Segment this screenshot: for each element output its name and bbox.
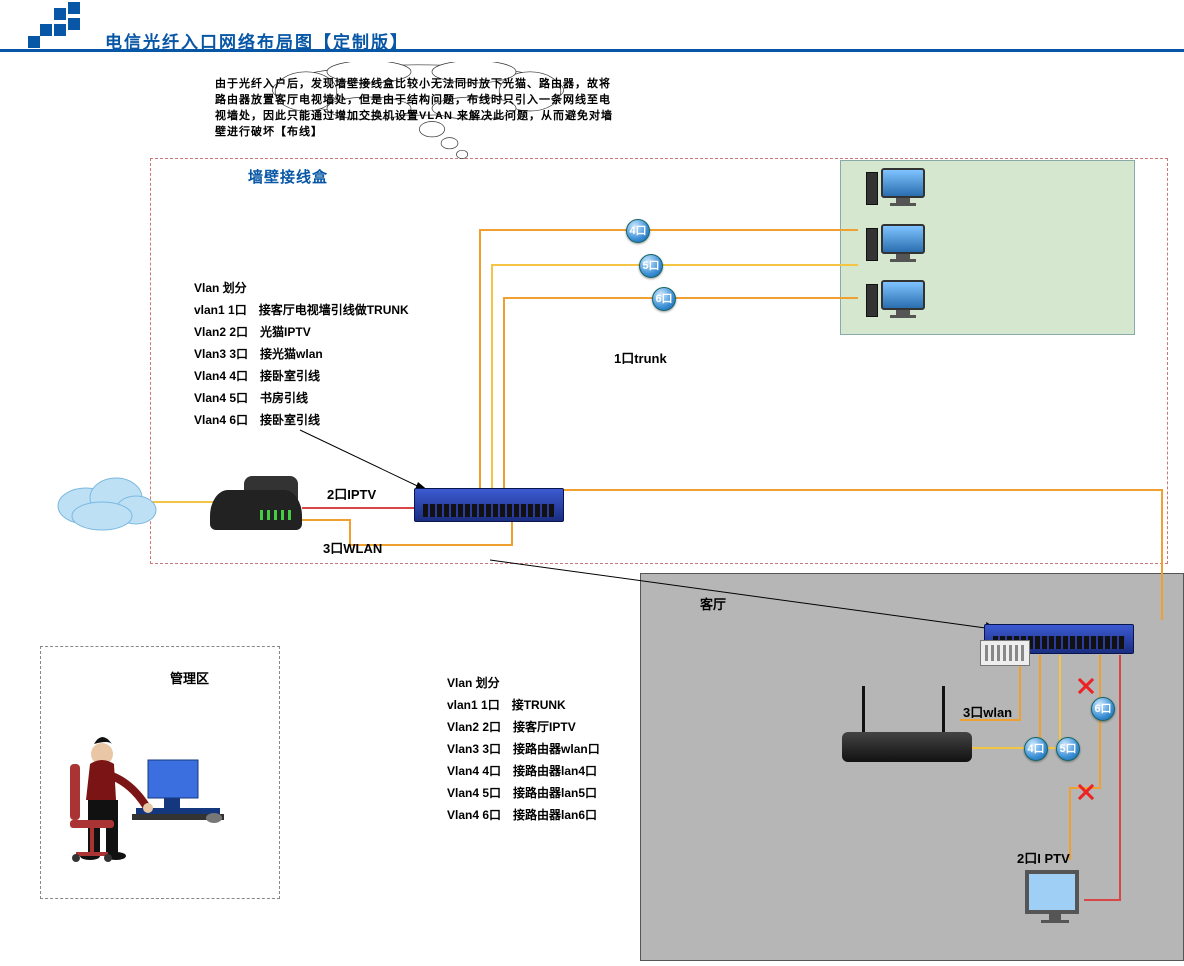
living-port5-bubble: 5口 bbox=[1056, 737, 1080, 761]
admin-title: 管理区 bbox=[170, 668, 209, 687]
iptv-monitor-icon bbox=[1025, 870, 1085, 923]
living-room-title: 客厅 bbox=[700, 594, 726, 613]
vlan-row: Vlan4 4口 接卧室引线 bbox=[194, 365, 409, 387]
vlan-list-lower: Vlan 划分 vlan1 1口 接TRUNK Vlan2 2口 接客厅IPTV… bbox=[447, 672, 600, 826]
thought-text: 由于光纤入户后，发现墙壁接线盒比较小无法同时放下光猫、路由器，故将路由器放置客厅… bbox=[215, 76, 621, 140]
vlan-row: Vlan2 2口 光猫IPTV bbox=[194, 321, 409, 343]
internet-cloud-icon bbox=[50, 466, 160, 536]
vlan-row: vlan1 1口 接客厅电视墙引线做TRUNK bbox=[194, 299, 409, 321]
vlan-row: vlan1 1口 接TRUNK bbox=[447, 694, 600, 716]
living-port4-bubble: 4口 bbox=[1024, 737, 1048, 761]
pc-icon bbox=[866, 280, 926, 318]
port1-trunk-label: 1口trunk bbox=[614, 348, 667, 367]
living-port3-wlan-label: 3口wlan bbox=[963, 702, 1012, 721]
port3-wlan-label: 3口WLAN bbox=[323, 538, 382, 557]
living-port6-bubble: 6口 bbox=[1091, 697, 1115, 721]
port2-iptv-label: 2口IPTV bbox=[327, 484, 376, 503]
pc-icon bbox=[866, 168, 926, 206]
port4-bubble: 4口 bbox=[626, 219, 650, 243]
vlan-row: Vlan2 2口 接客厅IPTV bbox=[447, 716, 600, 738]
port5-bubble: 5口 bbox=[639, 254, 663, 278]
vlan-row: Vlan4 6口 接路由器lan6口 bbox=[447, 804, 600, 826]
living-port2-iptv-label: 2口I PTV bbox=[1017, 848, 1070, 867]
vlan-row: Vlan3 3口 接光猫wlan bbox=[194, 343, 409, 365]
vlan-row: Vlan4 5口 书房引线 bbox=[194, 387, 409, 409]
vlan-heading: Vlan 划分 bbox=[447, 672, 600, 694]
cross-out-icon bbox=[1076, 676, 1096, 696]
admin-user-icon bbox=[66, 720, 256, 890]
vlan-row: Vlan4 4口 接路由器lan4口 bbox=[447, 760, 600, 782]
vlan-list-upper: Vlan 划分 vlan1 1口 接客厅电视墙引线做TRUNK Vlan2 2口… bbox=[194, 277, 409, 431]
port6-bubble: 6口 bbox=[652, 287, 676, 311]
logo-icon bbox=[18, 2, 90, 48]
vlan-row: Vlan4 6口 接卧室引线 bbox=[194, 409, 409, 431]
switch-wall-icon bbox=[414, 488, 564, 522]
wall-box-title: 墙壁接线盒 bbox=[248, 166, 328, 187]
header-divider bbox=[0, 49, 1184, 52]
pc-icon bbox=[866, 224, 926, 262]
optical-modem-icon bbox=[210, 476, 320, 536]
vlan-heading: Vlan 划分 bbox=[194, 277, 409, 299]
vlan-row: Vlan4 5口 接路由器lan5口 bbox=[447, 782, 600, 804]
cross-out-icon bbox=[1076, 782, 1096, 802]
vlan-row: Vlan3 3口 接路由器wlan口 bbox=[447, 738, 600, 760]
patch-panel-icon bbox=[980, 640, 1030, 666]
